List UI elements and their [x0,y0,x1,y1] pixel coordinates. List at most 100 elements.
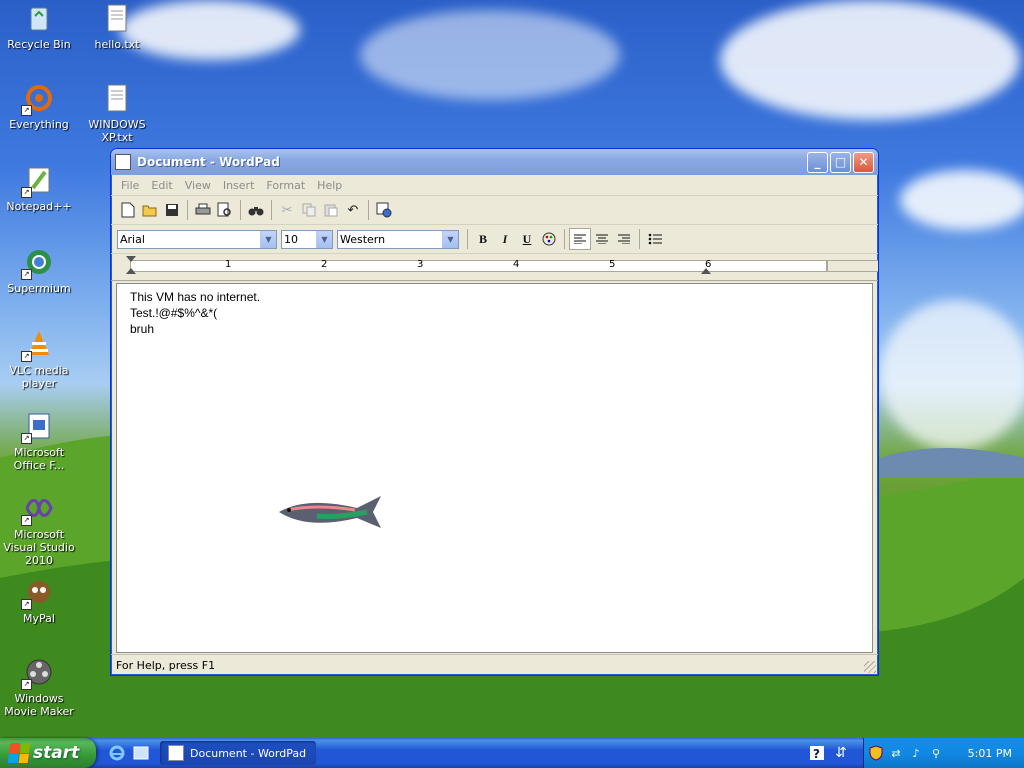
align-right-icon[interactable] [613,228,635,250]
paste-icon[interactable] [320,199,342,221]
align-center-icon[interactable] [591,228,613,250]
desktop-icon-everything[interactable]: ↗ Everything [0,82,78,131]
print-preview-icon[interactable] [214,199,236,221]
desktop-icon-label: MyPal [23,612,55,625]
undo-icon[interactable]: ↶ [342,199,364,221]
ruler-number: 1 [225,259,232,270]
desktop-icon-vlc[interactable]: ↗ VLC media player [0,328,78,390]
status-text: For Help, press F1 [116,658,216,672]
first-line-indent-marker[interactable] [126,256,136,262]
text-file-icon [101,82,133,114]
clock[interactable]: 5:01 PM [968,747,1012,760]
status-bar: For Help, press F1 [111,654,878,675]
font-size-value: 10 [284,232,298,246]
bold-button[interactable]: B [472,228,494,250]
menu-insert[interactable]: Insert [217,179,261,192]
everything-search-icon: ↗ [21,82,55,116]
desktop-icon-office[interactable]: ↗ Microsoft Office F... [0,410,78,472]
toolbar-separator [564,229,565,249]
resize-grip[interactable] [864,661,876,673]
desktop-icon-label: Windows Movie Maker [4,692,74,718]
vlc-cone-icon: ↗ [21,328,55,362]
taskbar-button-wordpad[interactable]: Document - WordPad [160,741,316,765]
ruler-number: 4 [513,259,520,270]
new-icon[interactable] [117,199,139,221]
chevron-down-icon[interactable]: ▼ [260,230,276,248]
color-palette-icon[interactable] [538,228,560,250]
menu-file[interactable]: File [115,179,145,192]
format-toolbar: Arial ▼ 10 ▼ Western ▼ B I U [111,225,878,254]
show-desktop-icon[interactable] [132,744,150,762]
ruler-number: 2 [321,259,328,270]
date-time-icon[interactable] [373,199,395,221]
desktop-icon-label: VLC media player [9,364,69,390]
start-button[interactable]: start [0,738,96,768]
taskbar: start Document - WordPad ? ⇵ ⇄ ♪ ⚲ 5:01 … [0,738,1024,768]
document-line: bruh [130,322,155,336]
menu-help[interactable]: Help [311,179,348,192]
visual-studio-icon: ↗ [21,492,55,526]
volume-icon[interactable]: ♪ [908,745,924,761]
desktop-icon-hello-txt[interactable]: hello.txt [78,2,156,51]
fish-screensaver-icon [279,496,381,528]
system-tray: ⇄ ♪ ⚲ 5:01 PM [863,738,1024,768]
ruler[interactable]: 1 2 3 4 5 6 7 [111,254,878,281]
language-icon[interactable]: ⇵ [832,744,850,762]
menu-edit[interactable]: Edit [145,179,178,192]
recycle-bin-icon [23,2,55,34]
wordpad-app-icon [168,745,184,761]
cut-icon[interactable]: ✂ [276,199,298,221]
standard-toolbar: ✂ ↶ [111,196,878,225]
movie-maker-icon: ↗ [21,656,55,690]
desktop-icon-supermium[interactable]: ↗ Supermium [0,246,78,295]
toolbar-separator [639,229,640,249]
document-area[interactable]: This VM has no internet. Test.!@#$%^&*( … [116,283,873,653]
desktop-icon-recycle-bin[interactable]: Recycle Bin [0,2,78,51]
notepad-plus-plus-icon: ↗ [21,164,55,198]
network-icon[interactable]: ⇄ [888,745,904,761]
mypal-browser-icon: ↗ [21,576,55,610]
right-indent-marker[interactable] [701,268,711,274]
start-label: start [33,743,80,763]
find-icon[interactable] [245,199,267,221]
maximize-button[interactable]: □ [830,151,851,173]
window-titlebar[interactable]: Document - WordPad _ □ ✕ [111,149,878,175]
bullets-icon[interactable] [644,228,666,250]
underline-button[interactable]: U [516,228,538,250]
menu-bar: File Edit View Insert Format Help [111,175,878,196]
help-icon[interactable]: ? [808,744,826,762]
chevron-down-icon[interactable]: ▼ [316,230,332,248]
internet-explorer-icon[interactable] [108,744,126,762]
ruler-number: 3 [417,259,424,270]
menu-format[interactable]: Format [260,179,311,192]
open-icon[interactable] [139,199,161,221]
align-left-icon[interactable] [569,228,591,250]
menu-view[interactable]: View [179,179,217,192]
search-icon[interactable]: ⚲ [928,745,944,761]
desktop-icon-label: Microsoft Office F... [13,446,65,472]
script-select[interactable]: Western ▼ [337,229,459,249]
toolbar-separator [271,200,272,220]
desktop-icon-mypal[interactable]: ↗ MyPal [0,576,78,625]
desktop-icon-windows-xp-txt[interactable]: WINDOWS XP.txt [78,82,156,144]
desktop-icon-notepad-plus-plus[interactable]: ↗ Notepad++ [0,164,78,213]
security-shield-icon[interactable] [868,745,884,761]
italic-button[interactable]: I [494,228,516,250]
script-value: Western [340,232,386,246]
desktop-icon-visual-studio[interactable]: ↗ Microsoft Visual Studio 2010 [0,492,78,567]
wordpad-window[interactable]: Document - WordPad _ □ ✕ File Edit View … [110,148,879,676]
close-button[interactable]: ✕ [853,151,874,173]
save-icon[interactable] [161,199,183,221]
font-name-select[interactable]: Arial ▼ [117,229,277,249]
print-icon[interactable] [192,199,214,221]
left-indent-marker[interactable] [126,268,136,274]
desktop-icon-label: hello.txt [94,38,140,51]
minimize-button[interactable]: _ [807,151,828,173]
toolbar-separator [187,200,188,220]
chevron-down-icon[interactable]: ▼ [442,230,458,248]
font-size-select[interactable]: 10 ▼ [281,229,333,249]
copy-icon[interactable] [298,199,320,221]
font-name-value: Arial [120,232,145,246]
desktop-icon-label: WINDOWS XP.txt [88,118,146,144]
desktop-icon-movie-maker[interactable]: ↗ Windows Movie Maker [0,656,78,718]
